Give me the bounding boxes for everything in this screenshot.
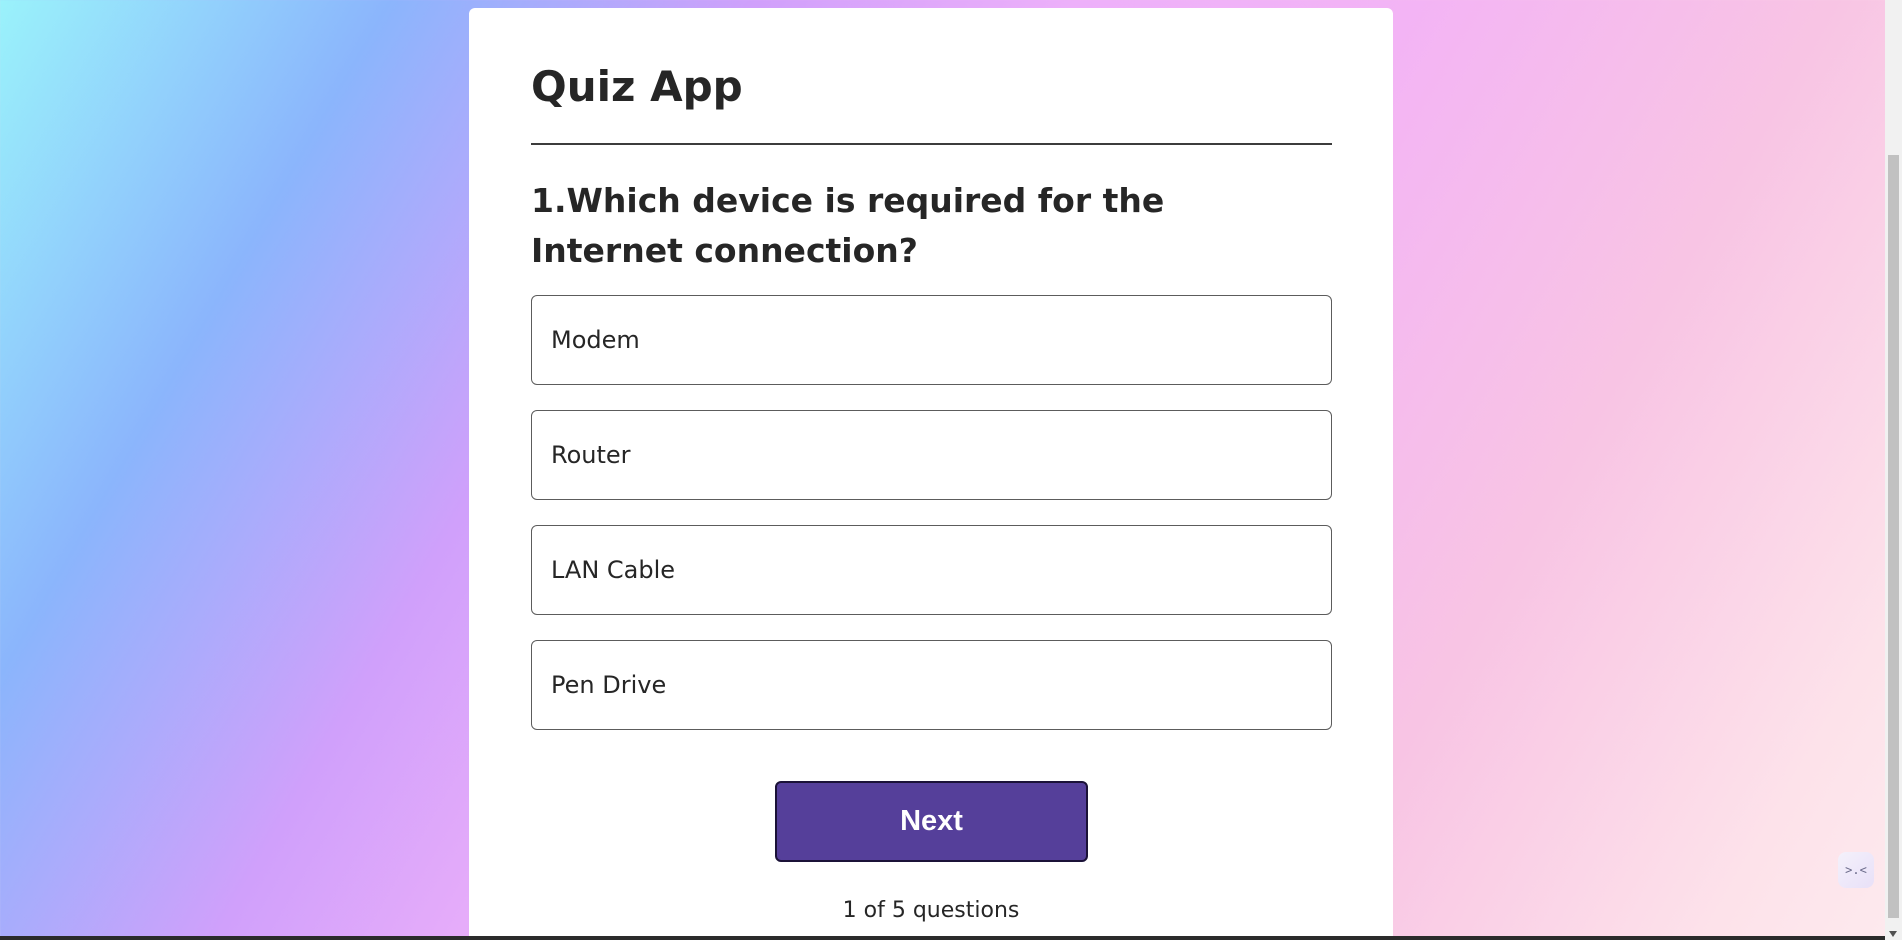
- quiz-card: Quiz App 1.Which device is required for …: [469, 8, 1393, 940]
- scrollbar-thumb[interactable]: [1888, 155, 1899, 918]
- app-title: Quiz App: [531, 62, 743, 111]
- answer-option-pen-drive[interactable]: Pen Drive: [531, 640, 1332, 730]
- answer-options: Modem Router LAN Cable Pen Drive: [531, 295, 1332, 755]
- question-text: 1.Which device is required for the Inter…: [531, 181, 1165, 270]
- vertical-scrollbar[interactable]: [1885, 0, 1902, 940]
- title-divider: [531, 143, 1332, 145]
- answer-option-router[interactable]: Router: [531, 410, 1332, 500]
- question-progress: 1 of 5 questions: [842, 898, 1020, 923]
- answer-option-modem[interactable]: Modem: [531, 295, 1332, 385]
- extension-icon[interactable]: >.<: [1838, 852, 1874, 888]
- bottom-strip: [0, 936, 1885, 940]
- answer-option-lan-cable[interactable]: LAN Cable: [531, 525, 1332, 615]
- next-button[interactable]: Next: [775, 781, 1088, 862]
- scroll-down-arrow-icon[interactable]: [1889, 931, 1897, 937]
